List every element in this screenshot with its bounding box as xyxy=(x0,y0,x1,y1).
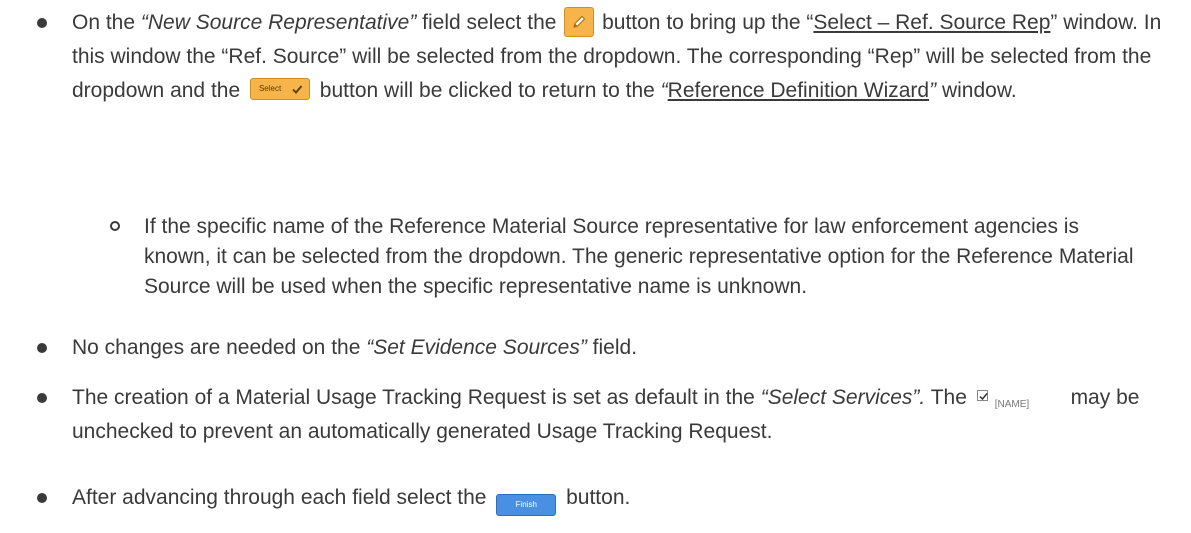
bullet-icon xyxy=(37,18,47,28)
edit-pencil-button[interactable] xyxy=(564,7,595,37)
window-name: Reference Definition Wizard xyxy=(667,79,930,102)
sub-instruction-text: If the specific name of the Reference Ma… xyxy=(144,215,1134,298)
usage-tracking-checkbox[interactable]: [NAME] xyxy=(973,387,1065,410)
bullet-icon xyxy=(37,343,47,353)
instruction-text: The creation of a Material Usage Trackin… xyxy=(72,386,1140,443)
field-name: “Select Services”. xyxy=(760,386,926,409)
circle-bullet-icon xyxy=(110,221,120,231)
instruction-text: No changes are needed on the “Set Eviden… xyxy=(72,336,638,359)
window-name: Select – Ref. Source Rep xyxy=(813,11,1051,34)
field-name: “New Source Representative” xyxy=(140,11,417,34)
bullet-icon xyxy=(37,493,47,503)
field-name: “Set Evidence Sources” xyxy=(366,336,587,359)
checkmark-icon xyxy=(292,85,303,94)
select-button[interactable]: Select xyxy=(249,78,310,100)
finish-button[interactable]: Finish xyxy=(496,494,557,516)
instruction-text: On the “New Source Representative” field… xyxy=(72,6,1177,108)
checkbox-icon xyxy=(976,390,988,401)
bullet-icon xyxy=(37,393,47,403)
pencil-icon xyxy=(573,15,586,28)
instruction-text: After advancing through each field selec… xyxy=(72,481,1177,516)
